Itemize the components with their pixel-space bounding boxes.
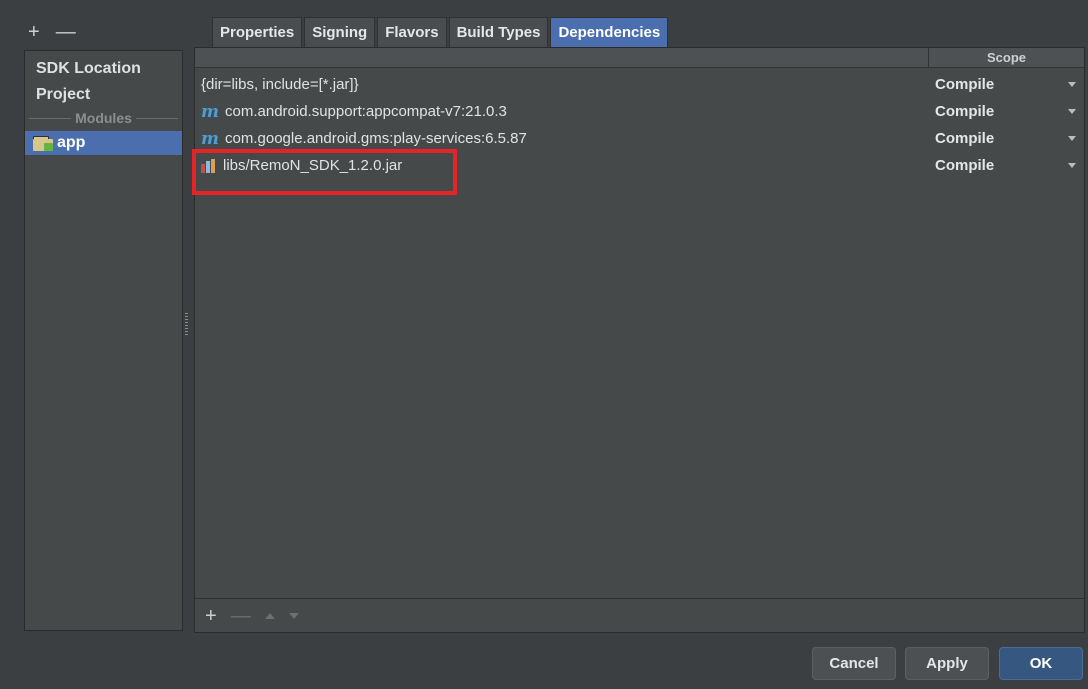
maven-icon: m — [201, 128, 219, 149]
sidebar-toolbar: + — — [28, 20, 76, 44]
module-folder-icon — [33, 135, 53, 151]
modules-section-header: Modules — [25, 109, 182, 127]
jar-icon — [201, 158, 217, 173]
tab-flavors[interactable]: Flavors — [377, 17, 447, 47]
tab-build-types[interactable]: Build Types — [448, 17, 549, 47]
chevron-down-icon[interactable] — [1068, 82, 1076, 87]
ok-button[interactable]: OK — [999, 647, 1083, 680]
table-row[interactable]: {dir=libs, include=[*.jar]} Compile — [195, 71, 1084, 98]
scope-value[interactable]: Compile — [935, 76, 994, 93]
modules-section-label: Modules — [75, 110, 132, 126]
cancel-button[interactable]: Cancel — [812, 647, 896, 680]
scope-column-header[interactable]: Scope — [929, 50, 1084, 65]
add-icon[interactable]: + — [28, 22, 40, 42]
move-down-icon[interactable] — [288, 612, 299, 619]
dependency-name: m com.google.android.gms:play-services:6… — [201, 129, 527, 149]
separator-line — [29, 117, 72, 119]
dependency-label: libs/RemoN_SDK_1.2.0.jar — [223, 157, 403, 174]
chevron-down-icon[interactable] — [1068, 136, 1076, 141]
remove-icon[interactable]: — — [56, 22, 76, 42]
table-header: Scope — [195, 48, 1084, 68]
add-dependency-icon[interactable]: + — [205, 606, 217, 626]
dependency-name: {dir=libs, include=[*.jar]} — [201, 76, 359, 93]
dependencies-panel: Scope {dir=libs, include=[*.jar]} Compil… — [192, 47, 1085, 633]
remove-dependency-icon[interactable]: — — [231, 606, 251, 626]
sidebar-item-sdk-location[interactable]: SDK Location — [36, 60, 141, 78]
dependency-name: libs/RemoN_SDK_1.2.0.jar — [201, 157, 402, 174]
tab-bar: Properties Signing Flavors Build Types D… — [212, 17, 669, 47]
chevron-down-icon[interactable] — [1068, 109, 1076, 114]
maven-icon: m — [201, 101, 219, 122]
table-row[interactable]: m com.google.android.gms:play-services:6… — [195, 125, 1084, 152]
sidebar-item-app[interactable]: app — [25, 131, 182, 155]
scope-value[interactable]: Compile — [935, 157, 994, 174]
separator-line — [135, 117, 178, 119]
tab-signing[interactable]: Signing — [304, 17, 376, 47]
sidebar-item-project[interactable]: Project — [36, 86, 90, 104]
tab-dependencies[interactable]: Dependencies — [550, 17, 669, 47]
scope-value[interactable]: Compile — [935, 130, 994, 147]
dependencies-toolbar: + — — [195, 598, 1084, 632]
dependency-label: com.google.android.gms:play-services:6.5… — [225, 130, 527, 147]
sidebar: SDK Location Project Modules app — [24, 50, 183, 631]
dependency-name: m com.android.support:appcompat-v7:21.0.… — [201, 102, 507, 122]
dependency-label: com.android.support:appcompat-v7:21.0.3 — [225, 103, 507, 120]
splitter-handle[interactable] — [185, 313, 188, 335]
module-label: app — [57, 134, 86, 151]
dependency-label: {dir=libs, include=[*.jar]} — [201, 76, 359, 93]
tab-properties[interactable]: Properties — [212, 17, 303, 47]
apply-button[interactable]: Apply — [905, 647, 989, 680]
table-row[interactable]: libs/RemoN_SDK_1.2.0.jar Compile — [195, 152, 1084, 179]
chevron-down-icon[interactable] — [1068, 163, 1076, 168]
scope-value[interactable]: Compile — [935, 103, 994, 120]
table-row[interactable]: m com.android.support:appcompat-v7:21.0.… — [195, 98, 1084, 125]
move-up-icon[interactable] — [264, 612, 275, 619]
